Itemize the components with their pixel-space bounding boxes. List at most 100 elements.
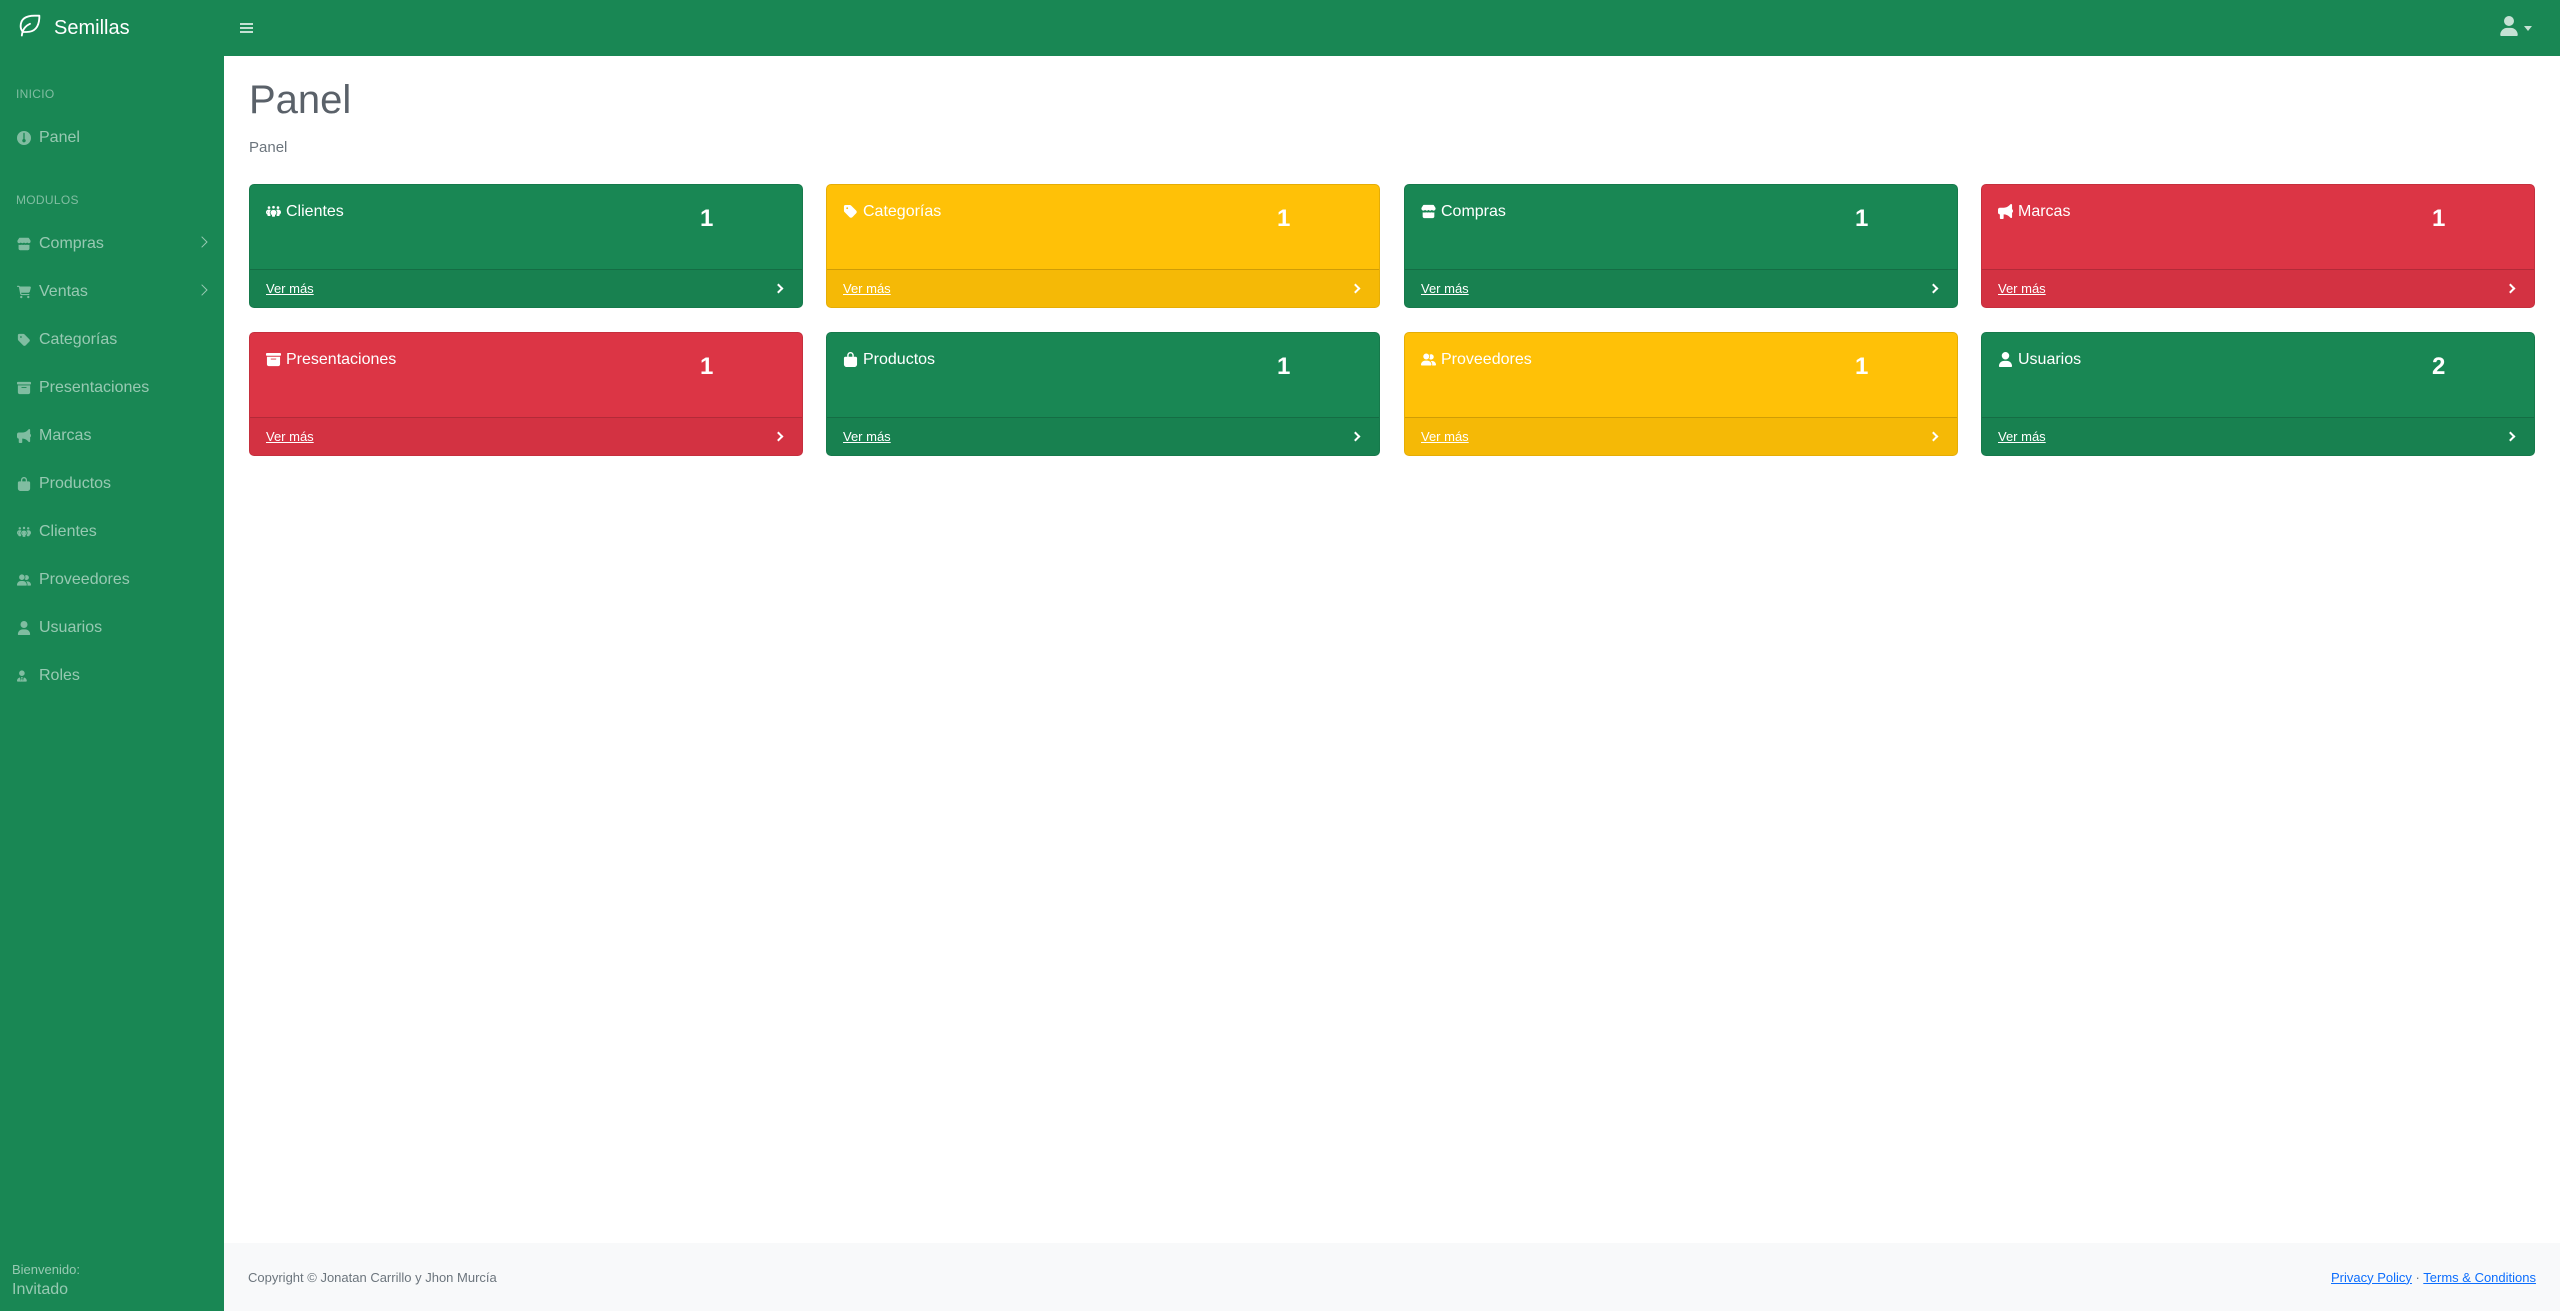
sidebar-item-label: Panel — [39, 129, 80, 146]
sidebar-item-proveedores[interactable]: Proveedores — [0, 560, 224, 600]
chevron-right-icon — [1350, 431, 1361, 442]
sidebar-footer: Bienvenido: Invitado — [12, 1262, 80, 1299]
ver-mas-link[interactable]: Ver más — [1421, 281, 1469, 296]
sidebar-item-marcas[interactable]: Marcas — [0, 416, 224, 456]
card-title: Presentaciones — [286, 351, 397, 368]
sidebar-item-panel[interactable]: Panel — [0, 118, 224, 158]
card-count: 1 — [2432, 205, 2446, 232]
card-count: 1 — [700, 353, 714, 380]
sidebar-item-label: Roles — [39, 667, 80, 684]
card-title: Categorías — [863, 203, 942, 220]
chevron-right-icon — [773, 431, 784, 442]
hamburger-icon — [239, 27, 253, 29]
page-title: Panel — [249, 78, 352, 122]
ver-mas-link[interactable]: Ver más — [1998, 429, 2046, 444]
top-navbar: Semillas — [0, 0, 2560, 56]
bullhorn-icon — [16, 429, 31, 444]
current-user-name: Invitado — [12, 1281, 69, 1298]
sidebar-item-categorias[interactable]: Categorías — [0, 320, 224, 360]
ver-mas-link[interactable]: Ver más — [266, 429, 314, 444]
user-icon — [2500, 16, 2518, 41]
sidebar-item-label: Usuarios — [39, 619, 103, 636]
chevron-right-icon — [1350, 283, 1361, 294]
terms-conditions-link[interactable]: Terms & Conditions — [2423, 1270, 2536, 1285]
card-title: Proveedores — [1441, 351, 1532, 368]
privacy-policy-link[interactable]: Privacy Policy — [2331, 1270, 2412, 1285]
people-group-icon — [16, 525, 31, 540]
user-group-icon — [16, 573, 31, 588]
sidebar-item-clientes[interactable]: Clientes — [0, 512, 224, 552]
tag-icon — [843, 204, 859, 220]
card-marcas: Marcas 1 Ver más — [1981, 184, 2535, 308]
cart-icon — [16, 285, 31, 300]
card-presentaciones: Presentaciones 1 Ver más — [249, 332, 803, 456]
leaf-icon — [16, 11, 54, 45]
bullhorn-icon — [1998, 204, 2014, 220]
sidebar-item-label: Productos — [39, 475, 112, 492]
chevron-right-icon — [1928, 431, 1939, 442]
sidebar-item-compras[interactable]: Compras — [0, 224, 224, 264]
footer-links: Privacy Policy · Terms & Conditions — [2331, 1270, 2536, 1285]
user-icon — [16, 621, 31, 636]
chevron-right-icon — [196, 284, 208, 296]
box-archive-icon — [16, 381, 31, 396]
chevron-right-icon — [196, 236, 208, 248]
card-title: Clientes — [286, 203, 344, 220]
sidebar-item-ventas[interactable]: Ventas — [0, 272, 224, 312]
chevron-right-icon — [1928, 283, 1939, 294]
chevron-right-icon — [2505, 283, 2516, 294]
sidebar-item-label: Categorías — [39, 331, 118, 348]
shopping-bag-icon — [16, 477, 31, 492]
card-count: 1 — [700, 205, 714, 232]
chevron-right-icon — [773, 283, 784, 294]
card-proveedores: Proveedores 1 Ver más — [1404, 332, 1958, 456]
sidebar-item-roles[interactable]: Roles — [0, 656, 224, 696]
brand-name: Semillas — [54, 16, 130, 39]
roles-icon — [16, 669, 31, 684]
card-title: Marcas — [2018, 203, 2071, 220]
user-icon — [1998, 352, 2014, 368]
sidebar-heading-modulos: MODULOS — [16, 193, 79, 207]
sidebar-item-productos[interactable]: Productos — [0, 464, 224, 504]
sidebar-item-label: Compras — [39, 235, 104, 252]
brand[interactable]: Semillas — [0, 0, 224, 56]
card-title: Compras — [1441, 203, 1506, 220]
card-usuarios: Usuarios 2 Ver más — [1981, 332, 2535, 456]
tag-icon — [16, 333, 31, 348]
user-menu-button[interactable] — [2500, 16, 2532, 41]
ver-mas-link[interactable]: Ver más — [843, 429, 891, 444]
ver-mas-link[interactable]: Ver más — [1421, 429, 1469, 444]
sidebar-item-label: Ventas — [39, 283, 88, 300]
chevron-down-icon — [2524, 26, 2532, 31]
ver-mas-link[interactable]: Ver más — [1998, 281, 2046, 296]
breadcrumb: Panel — [249, 139, 288, 156]
sidebar-item-usuarios[interactable]: Usuarios — [0, 608, 224, 648]
ver-mas-link[interactable]: Ver más — [843, 281, 891, 296]
card-count: 1 — [1855, 205, 1869, 232]
sidebar-item-label: Proveedores — [39, 571, 130, 588]
main-content: Panel Panel Clientes 1 Ver más Categoría… — [224, 56, 2560, 1311]
sidebar-item-label: Marcas — [39, 427, 92, 444]
card-count: 2 — [2432, 353, 2446, 380]
chevron-right-icon — [2505, 431, 2516, 442]
store-icon — [16, 237, 31, 252]
card-count: 1 — [1277, 205, 1291, 232]
card-count: 1 — [1855, 353, 1869, 380]
box-archive-icon — [266, 352, 282, 368]
welcome-label: Bienvenido: — [12, 1262, 80, 1277]
sidebar-item-presentaciones[interactable]: Presentaciones — [0, 368, 224, 408]
sidebar: INICIO Panel MODULOS Compras Ventas Cate… — [0, 56, 224, 1311]
page-footer: Copyright © Jonatan Carrillo y Jhon Murc… — [224, 1243, 2560, 1311]
people-group-icon — [266, 204, 282, 220]
card-count: 1 — [1277, 353, 1291, 380]
ver-mas-link[interactable]: Ver más — [266, 281, 314, 296]
sidebar-heading-inicio: INICIO — [16, 87, 55, 101]
card-productos: Productos 1 Ver más — [826, 332, 1380, 456]
card-clientes: Clientes 1 Ver más — [249, 184, 803, 308]
card-categorias: Categorías 1 Ver más — [826, 184, 1380, 308]
shopping-bag-icon — [843, 352, 859, 368]
sidebar-toggle-button[interactable] — [232, 14, 260, 42]
card-title: Productos — [863, 351, 936, 368]
gauge-icon — [16, 131, 31, 146]
sidebar-item-label: Presentaciones — [39, 379, 150, 396]
